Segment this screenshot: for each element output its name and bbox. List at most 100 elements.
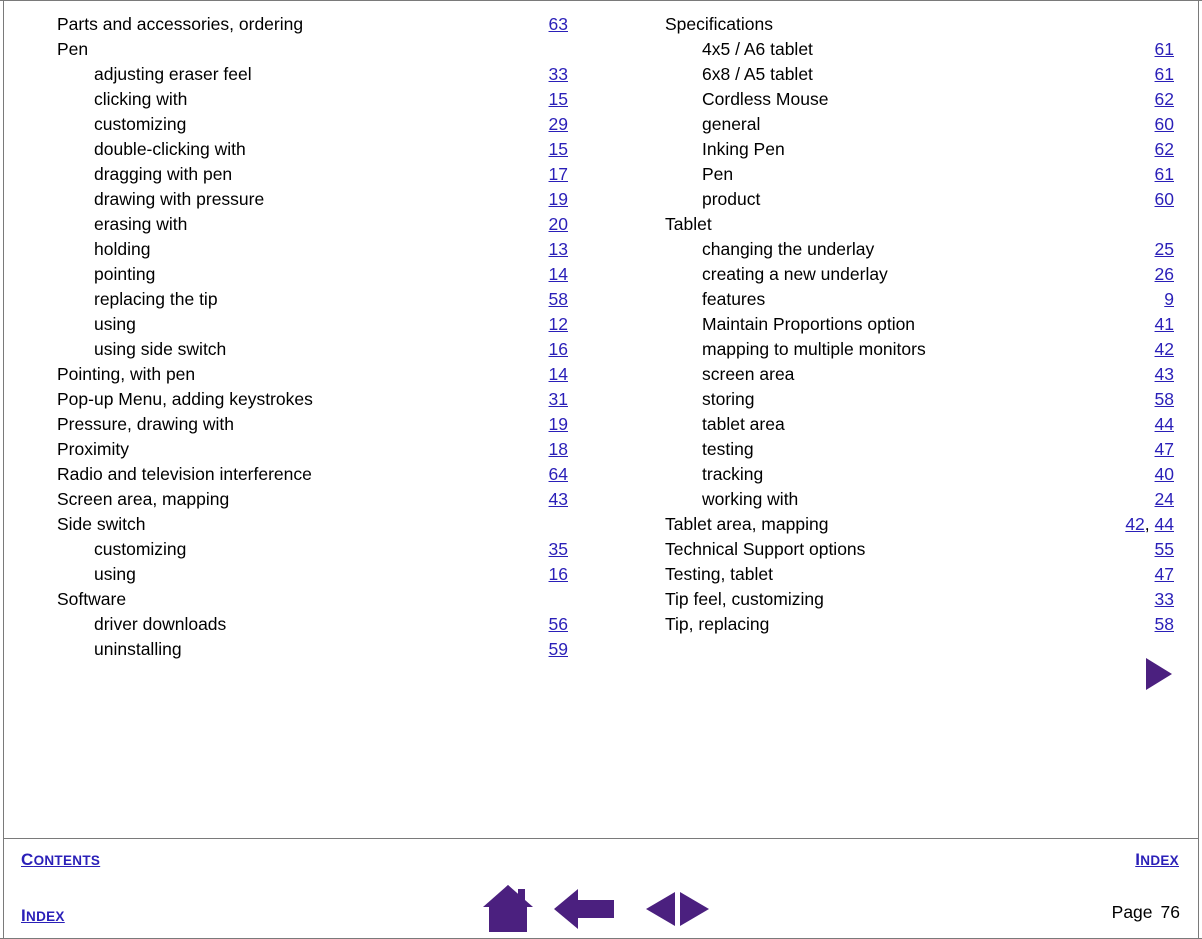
index-entry: customizing 35 bbox=[57, 537, 568, 562]
index-entry: screen area 43 bbox=[665, 362, 1174, 387]
index-entry: tablet area 44 bbox=[665, 412, 1174, 437]
contents-link[interactable]: CONTENTS bbox=[21, 850, 100, 870]
index-entry: Inking Pen 62 bbox=[665, 137, 1174, 162]
index-entry: 4x5 / A6 tablet 61 bbox=[665, 37, 1174, 62]
home-icon[interactable] bbox=[480, 884, 536, 934]
page-link[interactable]: 44 bbox=[1155, 514, 1174, 534]
page-link[interactable]: 14 bbox=[549, 364, 568, 384]
index-entry: Pen bbox=[57, 37, 568, 62]
page-link[interactable]: 44 bbox=[1155, 414, 1174, 434]
index-entry: Maintain Proportions option 41 bbox=[665, 312, 1174, 337]
page-link[interactable]: 19 bbox=[549, 414, 568, 434]
page-link[interactable]: 29 bbox=[549, 114, 568, 134]
page-link[interactable]: 26 bbox=[1155, 264, 1174, 284]
index-entry-pages: 44 bbox=[1155, 412, 1174, 437]
index-entry: customizing 29 bbox=[57, 112, 568, 137]
index-entry: storing 58 bbox=[665, 387, 1174, 412]
page-link[interactable]: 16 bbox=[549, 564, 568, 584]
index-entry-pages: 42, 44 bbox=[1125, 512, 1174, 537]
index-entry-pages: 26 bbox=[1155, 262, 1174, 287]
index-entry-label: screen area bbox=[702, 364, 795, 384]
page-link[interactable]: 47 bbox=[1155, 439, 1174, 459]
page-link[interactable]: 58 bbox=[549, 289, 568, 309]
page-link[interactable]: 63 bbox=[549, 14, 568, 34]
index-entry-pages: 13 bbox=[549, 237, 568, 262]
page-link[interactable]: 43 bbox=[1155, 364, 1174, 384]
page-link[interactable]: 31 bbox=[549, 389, 568, 409]
page-link[interactable]: 40 bbox=[1155, 464, 1174, 484]
index-entry-pages: 64 bbox=[549, 462, 568, 487]
page-link[interactable]: 43 bbox=[549, 489, 568, 509]
page-link[interactable]: 42 bbox=[1125, 514, 1144, 534]
page-link[interactable]: 17 bbox=[549, 164, 568, 184]
index-page: Parts and accessories, ordering 63 Pen adju… bbox=[0, 0, 1202, 939]
index-entry-pages: 62 bbox=[1155, 137, 1174, 162]
page-link[interactable]: 9 bbox=[1164, 289, 1174, 309]
page-link[interactable]: 60 bbox=[1155, 189, 1174, 209]
index-entry-pages: 16 bbox=[549, 337, 568, 362]
index-link-bl-rest: NDEX bbox=[26, 909, 65, 924]
index-entry: product 60 bbox=[665, 187, 1174, 212]
index-entry: mapping to multiple monitors 42 bbox=[665, 337, 1174, 362]
index-entry-pages: 42 bbox=[1155, 337, 1174, 362]
index-entry-label: customizing bbox=[94, 114, 187, 134]
index-entry: adjusting eraser feel 33 bbox=[57, 62, 568, 87]
page-link[interactable]: 62 bbox=[1155, 139, 1174, 159]
index-link-top-right[interactable]: INDEX bbox=[1135, 850, 1179, 870]
index-entry-label: Tablet bbox=[665, 214, 712, 234]
page-link[interactable]: 64 bbox=[549, 464, 568, 484]
page-link[interactable]: 41 bbox=[1155, 314, 1174, 334]
index-entry-label: Cordless Mouse bbox=[702, 89, 829, 109]
page-link[interactable]: 59 bbox=[549, 639, 568, 659]
page-link[interactable]: 61 bbox=[1155, 64, 1174, 84]
index-entry: creating a new underlay 26 bbox=[665, 262, 1174, 287]
index-entry-label: storing bbox=[702, 389, 755, 409]
page-link[interactable]: 12 bbox=[549, 314, 568, 334]
page-link[interactable]: 60 bbox=[1155, 114, 1174, 134]
page-link[interactable]: 24 bbox=[1155, 489, 1174, 509]
page-border-top bbox=[0, 0, 1202, 1]
page-link[interactable]: 47 bbox=[1155, 564, 1174, 584]
page-link[interactable]: 62 bbox=[1155, 89, 1174, 109]
index-entry: erasing with 20 bbox=[57, 212, 568, 237]
page-link[interactable]: 16 bbox=[549, 339, 568, 359]
index-entry-label: Specifications bbox=[665, 14, 773, 34]
page-link[interactable]: 33 bbox=[1155, 589, 1174, 609]
index-entry: using 12 bbox=[57, 312, 568, 337]
page-link[interactable]: 33 bbox=[549, 64, 568, 84]
index-entry-label: tablet area bbox=[702, 414, 785, 434]
page-link[interactable]: 61 bbox=[1155, 39, 1174, 59]
index-entry-label: Software bbox=[57, 589, 127, 609]
next-page-triangle-icon[interactable] bbox=[1146, 658, 1172, 690]
index-entry-pages: 60 bbox=[1155, 187, 1174, 212]
page-link[interactable]: 58 bbox=[1155, 614, 1174, 634]
index-entry-pages: 35 bbox=[549, 537, 568, 562]
index-entry-label: holding bbox=[94, 239, 151, 259]
page-link[interactable]: 15 bbox=[549, 139, 568, 159]
index-link-bottom-left[interactable]: INDEX bbox=[21, 906, 65, 926]
page-link[interactable]: 55 bbox=[1155, 539, 1174, 559]
page-link[interactable]: 35 bbox=[549, 539, 568, 559]
back-arrow-icon[interactable] bbox=[552, 884, 618, 934]
page-link[interactable]: 20 bbox=[549, 214, 568, 234]
page-link[interactable]: 58 bbox=[1155, 389, 1174, 409]
page-link[interactable]: 25 bbox=[1155, 239, 1174, 259]
index-entry: clicking with 15 bbox=[57, 87, 568, 112]
page-link[interactable]: 42 bbox=[1155, 339, 1174, 359]
previous-next-page-icon[interactable] bbox=[643, 884, 713, 934]
index-entry: using side switch 16 bbox=[57, 337, 568, 362]
index-entry-label: customizing bbox=[94, 539, 187, 559]
index-entry-label: Pop-up Menu, adding keystrokes bbox=[57, 389, 313, 409]
page-link[interactable]: 56 bbox=[549, 614, 568, 634]
page-link[interactable]: 19 bbox=[549, 189, 568, 209]
index-entry: Tip feel, customizing 33 bbox=[665, 587, 1174, 612]
page-link[interactable]: 14 bbox=[549, 264, 568, 284]
index-entry-pages: 31 bbox=[549, 387, 568, 412]
index-entry: features 9 bbox=[665, 287, 1174, 312]
page-link[interactable]: 61 bbox=[1155, 164, 1174, 184]
page-number-label: Page bbox=[1111, 902, 1153, 922]
page-link[interactable]: 13 bbox=[549, 239, 568, 259]
page-link[interactable]: 15 bbox=[549, 89, 568, 109]
page-link[interactable]: 18 bbox=[549, 439, 568, 459]
index-entry-pages: 17 bbox=[549, 162, 568, 187]
